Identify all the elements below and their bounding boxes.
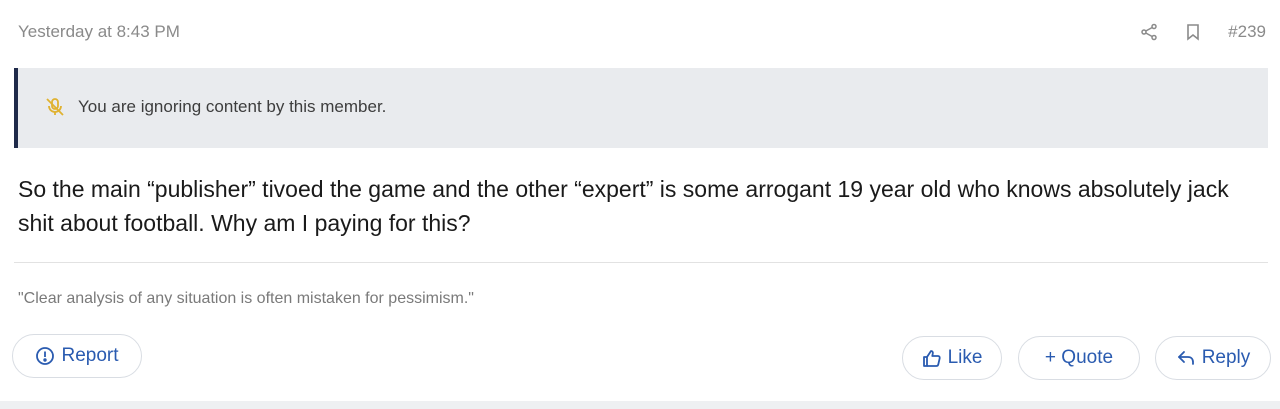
ignored-content-notice: You are ignoring content by this member. (14, 68, 1268, 148)
signature-divider (14, 262, 1268, 263)
quote-button[interactable]: + Quote (1018, 336, 1140, 380)
post-footer-band (0, 401, 1280, 409)
member-signature: "Clear analysis of any situation is ofte… (18, 290, 474, 307)
forum-post: Yesterday at 8:43 PM #239 You are ignori… (0, 0, 1280, 409)
exclamation-circle-icon (35, 346, 55, 366)
reply-arrow-icon (1176, 348, 1196, 368)
like-label: Like (947, 347, 983, 368)
quote-label: + Quote (1044, 347, 1114, 368)
post-timestamp[interactable]: Yesterday at 8:43 PM (18, 22, 180, 42)
report-button[interactable]: Report (12, 334, 142, 378)
report-label: Report (61, 345, 119, 366)
thumbs-up-icon (922, 348, 942, 368)
reply-button[interactable]: Reply (1155, 336, 1271, 380)
reply-label: Reply (1201, 347, 1251, 368)
post-message: So the main “publisher” tivoed the game … (18, 176, 1229, 236)
ignore-notice-text: You are ignoring content by this member. (78, 97, 387, 116)
share-icon[interactable] (1140, 23, 1158, 41)
post-number-link[interactable]: #239 (1228, 22, 1266, 42)
mute-microphone-icon (44, 96, 66, 118)
bookmark-icon[interactable] (1186, 23, 1200, 41)
post-header-actions: #239 (1140, 22, 1266, 42)
like-button[interactable]: Like (902, 336, 1002, 380)
